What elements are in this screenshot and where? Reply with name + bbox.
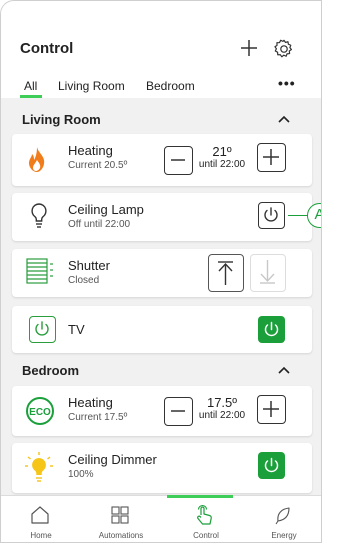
flame-icon: [29, 147, 45, 172]
device-card-tv[interactable]: TV: [12, 306, 312, 353]
power-icon: [35, 321, 49, 336]
callout-connector: [288, 215, 308, 216]
leaf-icon: [275, 507, 290, 525]
section-living-room[interactable]: Living Room: [1, 108, 321, 130]
plus-icon[interactable]: [238, 37, 260, 59]
shutter-icon: [26, 258, 53, 284]
nav-active-indicator: [167, 495, 233, 498]
power-toggle-button[interactable]: [258, 316, 285, 343]
temperature-setpoint: 21º until 22:00: [192, 145, 252, 171]
nav-label: Automations: [98, 531, 144, 540]
grid-icon: [111, 506, 129, 524]
device-card-heating-bedroom[interactable]: ECO Heating Current 17.5º 17.5º until 22…: [12, 386, 312, 436]
minus-icon: [171, 159, 185, 161]
shutter-open-button[interactable]: [208, 254, 244, 292]
section-bedroom[interactable]: Bedroom: [1, 359, 321, 381]
plus-icon: [263, 401, 279, 417]
bottom-nav: Home Automations Control Energy: [1, 495, 321, 542]
nav-item-home[interactable]: Home: [1, 496, 81, 542]
nav-label: Energy: [271, 531, 297, 540]
device-name: Ceiling Lamp: [68, 202, 144, 217]
power-icon: [264, 207, 278, 222]
increase-temperature-button[interactable]: [257, 143, 286, 172]
tab-all[interactable]: All: [24, 79, 37, 93]
device-status: 100%: [68, 469, 94, 480]
device-card-heating-living[interactable]: Heating Current 20.5º 21º until 22:00: [12, 134, 312, 186]
tv-device-icon: [29, 316, 56, 343]
nav-label: Home: [30, 531, 52, 540]
device-status: Closed: [68, 275, 100, 286]
gear-icon[interactable]: [273, 38, 295, 60]
device-name: Heating: [68, 395, 113, 410]
room-tabs: All Living Room Bedroom •••: [1, 75, 321, 98]
tab-living-room[interactable]: Living Room: [58, 79, 125, 93]
setpoint-value: 21º: [212, 144, 232, 159]
device-status: Off until 22:00: [68, 219, 131, 230]
device-card-shutter[interactable]: Shutter Closed: [12, 249, 312, 297]
device-status: Current 17.5º: [68, 412, 128, 423]
arrow-down-to-bar-icon: [260, 260, 275, 284]
chevron-up-icon[interactable]: [277, 114, 291, 124]
power-icon: [264, 457, 279, 473]
device-name: TV: [68, 322, 85, 337]
nav-label: Control: [193, 531, 219, 540]
nav-item-energy[interactable]: Energy: [244, 496, 321, 542]
tab-bedroom[interactable]: Bedroom: [146, 79, 195, 93]
power-toggle-button[interactable]: [258, 202, 285, 229]
hand-touch-icon: [197, 504, 212, 525]
light-bulb-on-icon: [25, 452, 53, 482]
home-icon: [31, 506, 49, 524]
increase-temperature-button[interactable]: [257, 395, 286, 424]
header: Control All Living Room Bedroom •••: [1, 1, 321, 98]
svg-text:ECO: ECO: [29, 407, 51, 418]
phone-frame: Control All Living Room Bedroom ••• Livi…: [0, 0, 322, 543]
setpoint-value: 17.5º: [206, 395, 238, 410]
device-card-ceiling-lamp[interactable]: Ceiling Lamp Off until 22:00: [12, 193, 312, 241]
device-card-ceiling-dimmer[interactable]: Ceiling Dimmer 100%: [12, 443, 312, 493]
setpoint-until: until 22:00: [198, 159, 246, 170]
section-title: Living Room: [22, 112, 101, 127]
chevron-up-icon[interactable]: [277, 365, 291, 375]
device-name: Heating: [68, 143, 113, 158]
setpoint-until: until 22:00: [198, 410, 246, 421]
arrow-up-to-bar-icon: [218, 261, 233, 285]
temperature-setpoint: 17.5º until 22:00: [192, 396, 252, 422]
shutter-close-button[interactable]: [250, 254, 286, 292]
active-tab-indicator: [20, 95, 42, 98]
page-title: Control: [20, 40, 74, 57]
more-icon[interactable]: •••: [278, 75, 296, 91]
device-name: Ceiling Dimmer: [68, 452, 157, 467]
eco-icon: ECO: [26, 397, 54, 425]
plus-icon: [263, 149, 279, 165]
power-icon: [264, 321, 279, 337]
device-status: Current 20.5º: [68, 160, 128, 171]
nav-item-control[interactable]: Control: [166, 496, 246, 542]
section-title: Bedroom: [22, 363, 80, 378]
power-toggle-button[interactable]: [258, 452, 285, 479]
decrease-temperature-button[interactable]: [164, 397, 193, 426]
nav-item-automations[interactable]: Automations: [81, 496, 161, 542]
light-bulb-icon: [31, 203, 47, 228]
minus-icon: [171, 410, 185, 412]
decrease-temperature-button[interactable]: [164, 146, 193, 175]
device-name: Shutter: [68, 258, 110, 273]
